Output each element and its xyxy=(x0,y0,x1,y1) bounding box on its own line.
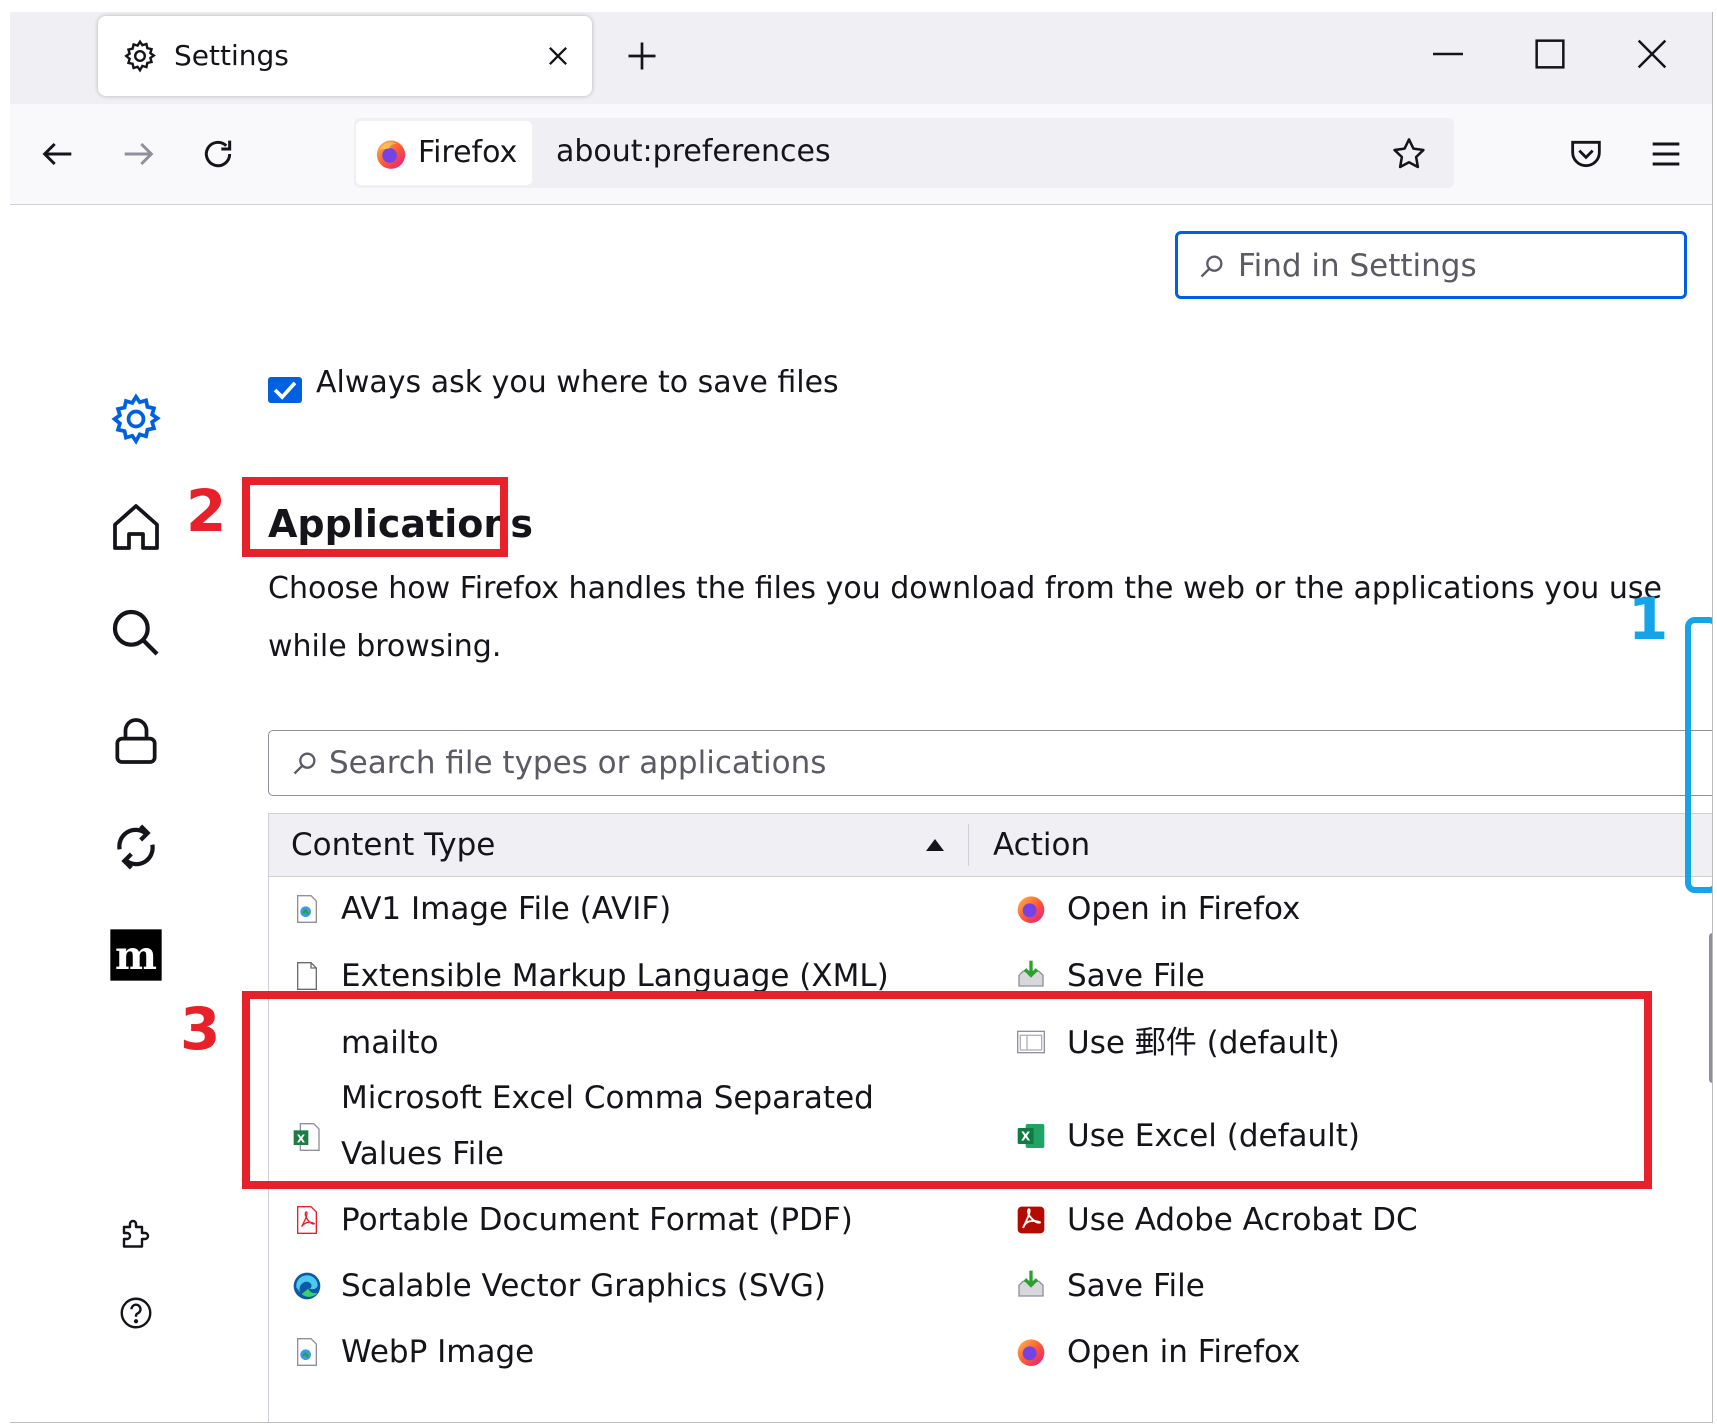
annotation-number-3: 3 xyxy=(180,995,221,1063)
preferences-page: m Always ask you where to save files App… xyxy=(10,205,1712,1422)
blank-file-icon xyxy=(297,962,317,990)
pocket-icon[interactable] xyxy=(1566,134,1606,174)
url-text[interactable]: about:preferences xyxy=(556,134,831,170)
sort-ascending-icon[interactable] xyxy=(925,838,945,852)
help-icon[interactable] xyxy=(118,1295,154,1331)
tab-settings[interactable]: Settings xyxy=(98,16,592,96)
gear-icon[interactable] xyxy=(108,391,164,447)
applications-description: Choose how Firefox handles the files you… xyxy=(268,571,1662,664)
action-label[interactable]: Save File xyxy=(1067,1267,1205,1305)
search-icon xyxy=(1200,255,1223,278)
acrobat-icon xyxy=(1017,1206,1045,1234)
action-label[interactable]: Save File xyxy=(1067,957,1205,995)
forward-arrow-icon[interactable] xyxy=(118,134,158,174)
identity-box[interactable]: Firefox xyxy=(356,121,532,185)
column-separator xyxy=(968,824,969,866)
search-icon xyxy=(293,752,316,775)
image-file-icon xyxy=(297,895,317,923)
pdf-file-icon xyxy=(297,1206,317,1234)
tab-title: Settings xyxy=(174,39,289,72)
sync-icon[interactable] xyxy=(108,819,164,875)
content-type-label: Extensible Markup Language (XML) xyxy=(341,958,889,994)
plus-icon[interactable] xyxy=(624,38,660,74)
lock-icon[interactable] xyxy=(108,713,164,769)
minimize-icon[interactable] xyxy=(1428,34,1468,74)
annotation-box-1 xyxy=(1685,617,1712,893)
content-type-label: AV1 Image File (AVIF) xyxy=(341,891,672,927)
svg-text:m: m xyxy=(115,933,157,979)
column-header-action[interactable]: Action xyxy=(993,826,1090,864)
checkmark-icon xyxy=(273,381,297,400)
file-type-search-input[interactable] xyxy=(327,739,1331,787)
home-icon[interactable] xyxy=(108,499,164,555)
table-header: Content Type Action xyxy=(269,814,1712,877)
address-bar[interactable]: Firefox about:preferences xyxy=(354,118,1454,188)
file-type-search-field[interactable] xyxy=(268,730,1712,796)
edge-icon xyxy=(293,1272,321,1300)
content-type-label: WebP Image xyxy=(341,1334,535,1370)
annotation-box-2 xyxy=(242,477,508,557)
puzzle-icon[interactable] xyxy=(118,1215,154,1251)
find-in-settings-input[interactable] xyxy=(1236,242,1670,290)
browser-window: Settings Firefox about:preferences Find … xyxy=(10,12,1713,1423)
reload-icon[interactable] xyxy=(198,134,238,174)
always-ask-label: Always ask you where to save files xyxy=(316,365,839,400)
action-label[interactable]: Open in Firefox xyxy=(1067,1333,1300,1371)
page-scrollbar-thumb[interactable] xyxy=(1709,933,1712,1083)
column-header-content-type[interactable]: Content Type xyxy=(291,826,495,864)
search-icon[interactable] xyxy=(108,605,164,661)
maximize-icon[interactable] xyxy=(1530,34,1570,74)
identity-label: Firefox xyxy=(418,135,518,170)
navigation-toolbar: Firefox about:preferences xyxy=(10,104,1712,205)
hamburger-menu-icon[interactable] xyxy=(1646,134,1686,174)
annotation-box-3 xyxy=(242,991,1652,1189)
save-file-icon xyxy=(1018,960,1044,987)
gear-icon xyxy=(124,39,156,73)
close-window-icon[interactable] xyxy=(1632,34,1672,74)
image-file-icon xyxy=(297,1338,317,1366)
find-in-settings-field[interactable] xyxy=(1175,231,1687,299)
content-type-label: Portable Document Format (PDF) xyxy=(341,1202,853,1238)
annotation-number-1: 1 xyxy=(1628,585,1669,653)
always-ask-checkbox[interactable] xyxy=(268,377,302,403)
save-file-icon xyxy=(1018,1270,1044,1297)
action-label[interactable]: Use Adobe Acrobat DC xyxy=(1067,1201,1418,1239)
firefox-icon xyxy=(1017,896,1045,923)
back-arrow-icon[interactable] xyxy=(38,134,78,174)
firefox-icon xyxy=(1017,1339,1045,1366)
mozilla-m-icon[interactable]: m xyxy=(108,927,164,983)
content-type-label: Scalable Vector Graphics (SVG) xyxy=(341,1268,827,1304)
annotation-number-2: 2 xyxy=(186,477,227,545)
firefox-icon xyxy=(376,140,406,169)
tab-strip: Settings xyxy=(10,12,1712,104)
action-label[interactable]: Open in Firefox xyxy=(1067,890,1300,928)
close-icon[interactable] xyxy=(544,42,572,70)
bookmark-star-icon[interactable] xyxy=(1390,135,1428,173)
